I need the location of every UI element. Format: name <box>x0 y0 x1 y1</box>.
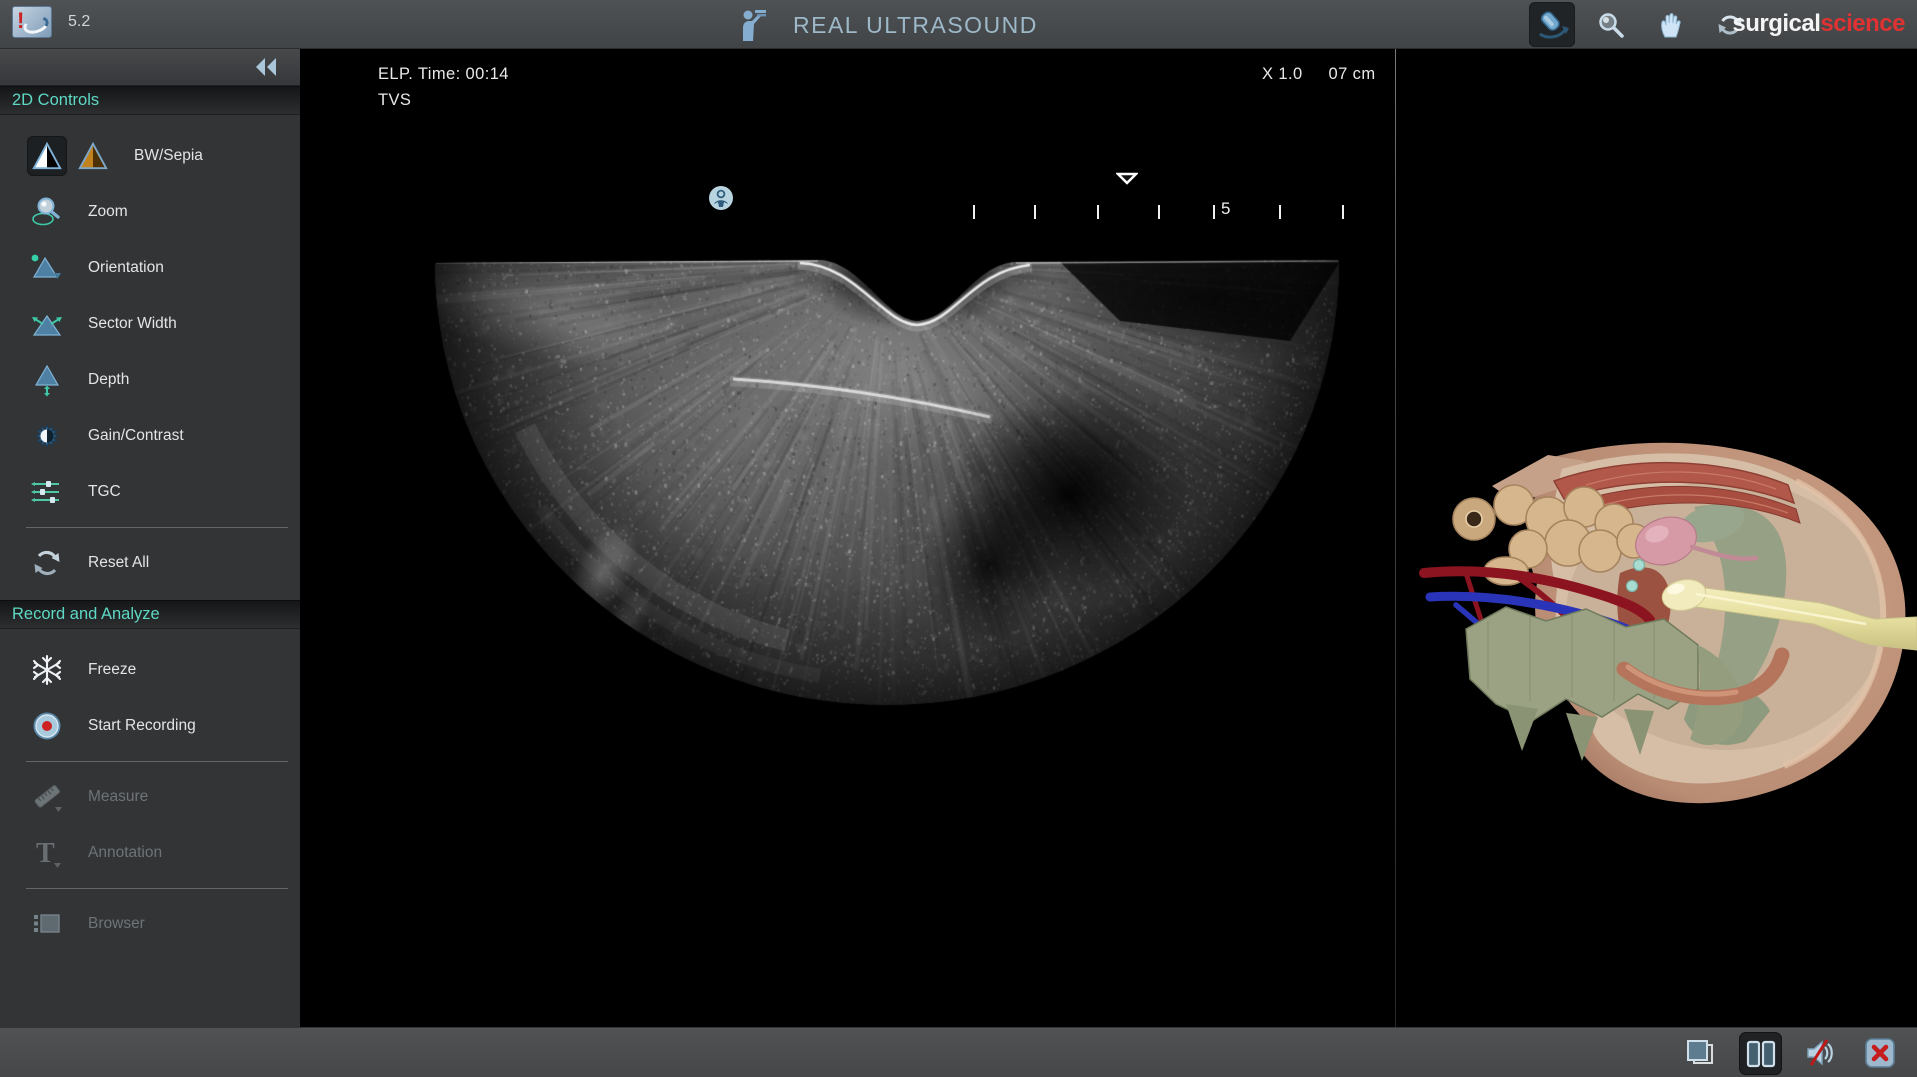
sidebar-collapse-strip <box>0 49 300 86</box>
bottom-bar <box>0 1027 1917 1077</box>
title-area: REAL ULTRASOUND <box>737 4 1038 46</box>
anatomy-3d-view[interactable] <box>1396 49 1917 1027</box>
zoom-tool-button[interactable] <box>1592 6 1630 44</box>
sidebar-item-sector-width[interactable]: Sector Width <box>0 299 300 349</box>
pelvis-3d-model <box>1396 49 1917 1027</box>
sidebar-item-label: BW/Sepia <box>134 147 203 165</box>
record-icon <box>27 706 67 746</box>
sidebar-item-browser: Browser <box>0 899 300 949</box>
close-icon <box>1863 1036 1897 1070</box>
speaker-muted-icon <box>1802 1036 1838 1070</box>
sidebar-item-label: Measure <box>88 788 148 806</box>
sidebar-item-measure: Measure <box>0 772 300 822</box>
sidebar-item-label: TGC <box>88 483 121 501</box>
control-sidebar: 2D Controls BW/S <box>0 49 300 1027</box>
app-logo-icon: ! <box>12 6 52 38</box>
record-analyze-items: Freeze Start Recording <box>0 629 300 961</box>
ruler-tick <box>1342 205 1344 219</box>
sidebar-item-start-recording[interactable]: Start Recording <box>0 701 300 751</box>
double-chevron-left-icon <box>252 54 282 80</box>
ruler-tick <box>1034 205 1036 219</box>
depth-icon <box>27 360 67 400</box>
brand-logo: surgicalscience <box>1732 10 1905 38</box>
sidebar-collapse-button[interactable] <box>252 54 282 80</box>
ruler-tick <box>973 205 975 219</box>
sidebar-item-label: Freeze <box>88 661 136 679</box>
ruler-scale-label: 5 <box>1221 199 1230 219</box>
probe-tool-button[interactable] <box>1529 2 1575 47</box>
bw-triangle-icon <box>27 136 67 176</box>
2d-controls-items: BW/Sepia Zoom <box>0 115 300 600</box>
sidebar-item-depth[interactable]: Depth <box>0 355 300 405</box>
image-params: X 1.0 07 cm <box>1262 65 1375 84</box>
sidebar-item-label: Reset All <box>88 554 149 572</box>
single-view-icon <box>1683 1036 1717 1070</box>
section-header-record-analyze: Record and Analyze <box>0 600 300 629</box>
sidebar-item-label: Annotation <box>88 844 162 862</box>
sidebar-item-gain-contrast[interactable]: Gain/Contrast <box>0 411 300 461</box>
app-version: 5.2 <box>68 13 90 31</box>
sidebar-item-label: Orientation <box>88 259 164 277</box>
examiner-icon <box>737 8 767 42</box>
sidebar-item-label: Browser <box>88 915 145 933</box>
browser-filmstrip-icon <box>27 904 67 944</box>
ruler-tick <box>1279 205 1281 219</box>
sidebar-item-label: Sector Width <box>88 315 177 333</box>
ruler-tick <box>1158 205 1160 219</box>
depth-label: 07 cm <box>1329 65 1376 84</box>
sidebar-item-bw-sepia[interactable]: BW/Sepia <box>0 131 300 181</box>
sidebar-item-label: Start Recording <box>88 717 196 735</box>
separator <box>26 527 288 528</box>
sidebar-item-label: Gain/Contrast <box>88 427 184 445</box>
ruler-tick <box>1213 205 1215 219</box>
tgc-sliders-icon <box>27 472 67 512</box>
page-title: REAL ULTRASOUND <box>793 12 1038 39</box>
dual-view-icon <box>1744 1037 1778 1071</box>
svg-text:T: T <box>36 838 55 869</box>
sidebar-item-reset-all[interactable]: Reset All <box>0 538 300 588</box>
dual-view-button[interactable] <box>1739 1032 1782 1075</box>
probe-mode-label: TVS <box>378 91 411 110</box>
magnifier-icon <box>1596 10 1626 40</box>
section-header-2d-controls: 2D Controls <box>0 86 300 115</box>
ultrasound-image <box>300 49 1396 1027</box>
mute-button[interactable] <box>1802 1035 1838 1071</box>
probe-direction-marker <box>1116 172 1138 190</box>
patient-orientation-icon <box>708 185 734 211</box>
hand-icon <box>1655 10 1685 40</box>
sidebar-item-annotation: T Annotation <box>0 828 300 878</box>
sidebar-item-tgc[interactable]: TGC <box>0 467 300 517</box>
freeze-snowflake-icon <box>27 650 67 690</box>
zoom-icon <box>27 192 67 232</box>
sidebar-item-label: Zoom <box>88 203 128 221</box>
single-view-button[interactable] <box>1682 1035 1718 1071</box>
sidebar-item-freeze[interactable]: Freeze <box>0 645 300 695</box>
annotation-text-icon: T <box>27 833 67 873</box>
sidebar-item-orientation[interactable]: Orientation <box>0 243 300 293</box>
orientation-icon <box>27 248 67 288</box>
sepia-triangle-icon <box>73 136 113 176</box>
separator <box>26 888 288 889</box>
application-window: ! 5.2 REAL ULTRASOUND <box>0 0 1917 1077</box>
sector-width-icon <box>27 304 67 344</box>
close-button[interactable] <box>1862 1035 1898 1071</box>
ultrasound-viewport[interactable]: ELP. Time: 00:14 TVS X 1.0 07 cm 5 <box>300 49 1396 1027</box>
sidebar-item-zoom[interactable]: Zoom <box>0 187 300 237</box>
reset-all-icon <box>27 543 67 583</box>
gain-contrast-icon <box>27 416 67 456</box>
zoom-factor-label: X 1.0 <box>1262 65 1303 84</box>
sidebar-item-label: Depth <box>88 371 129 389</box>
measure-ruler-icon <box>27 777 67 817</box>
top-bar: ! 5.2 REAL ULTRASOUND <box>0 0 1917 49</box>
ruler-tick <box>1097 205 1099 219</box>
pan-tool-button[interactable] <box>1651 6 1689 44</box>
elapsed-time-label: ELP. Time: 00:14 <box>378 65 509 84</box>
separator <box>26 761 288 762</box>
probe-tool-icon <box>1535 8 1569 42</box>
